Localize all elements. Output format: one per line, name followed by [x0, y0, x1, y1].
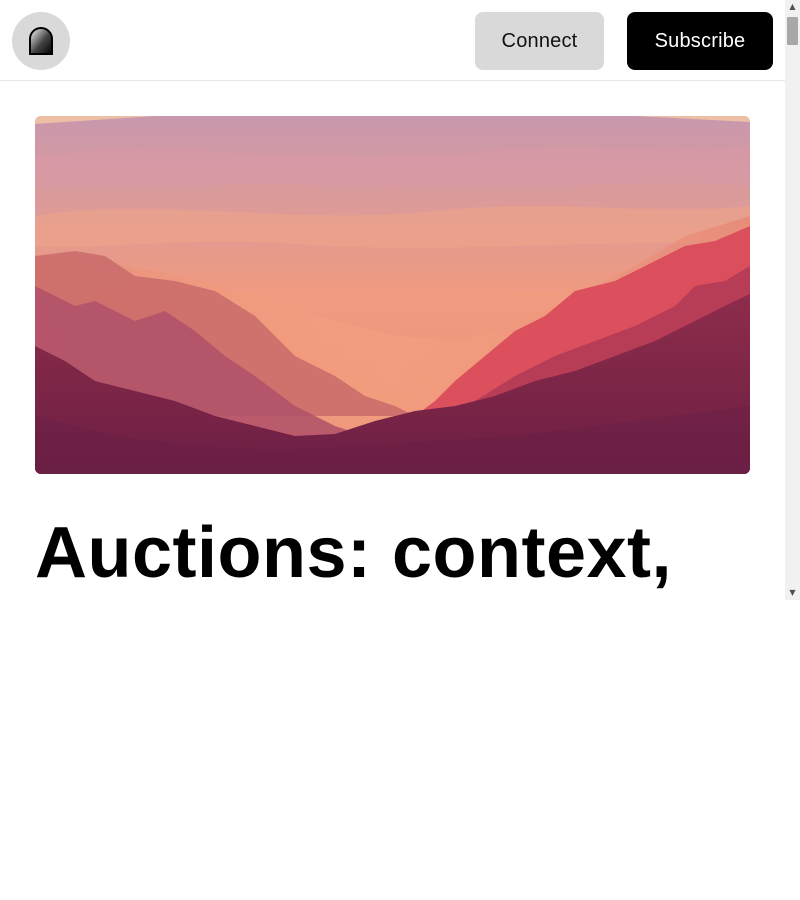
browser-viewport: Connect Subscribe Auctions: context, ▲ ▼	[0, 0, 800, 600]
vertical-scrollbar[interactable]: ▲ ▼	[785, 0, 800, 600]
article-title: Auctions: context,	[35, 513, 673, 593]
connect-button[interactable]: Connect	[475, 12, 604, 70]
scroll-up-arrow-icon[interactable]: ▲	[785, 0, 800, 14]
scroll-down-arrow-icon[interactable]: ▼	[785, 586, 800, 600]
arch-logo-icon	[29, 27, 53, 55]
hero-image	[35, 116, 750, 474]
scrollbar-thumb[interactable]	[787, 17, 798, 45]
subscribe-button[interactable]: Subscribe	[627, 12, 773, 70]
page-content: Connect Subscribe Auctions: context,	[0, 0, 785, 600]
home-logo-button[interactable]	[12, 12, 70, 70]
site-header: Connect Subscribe	[0, 0, 785, 81]
